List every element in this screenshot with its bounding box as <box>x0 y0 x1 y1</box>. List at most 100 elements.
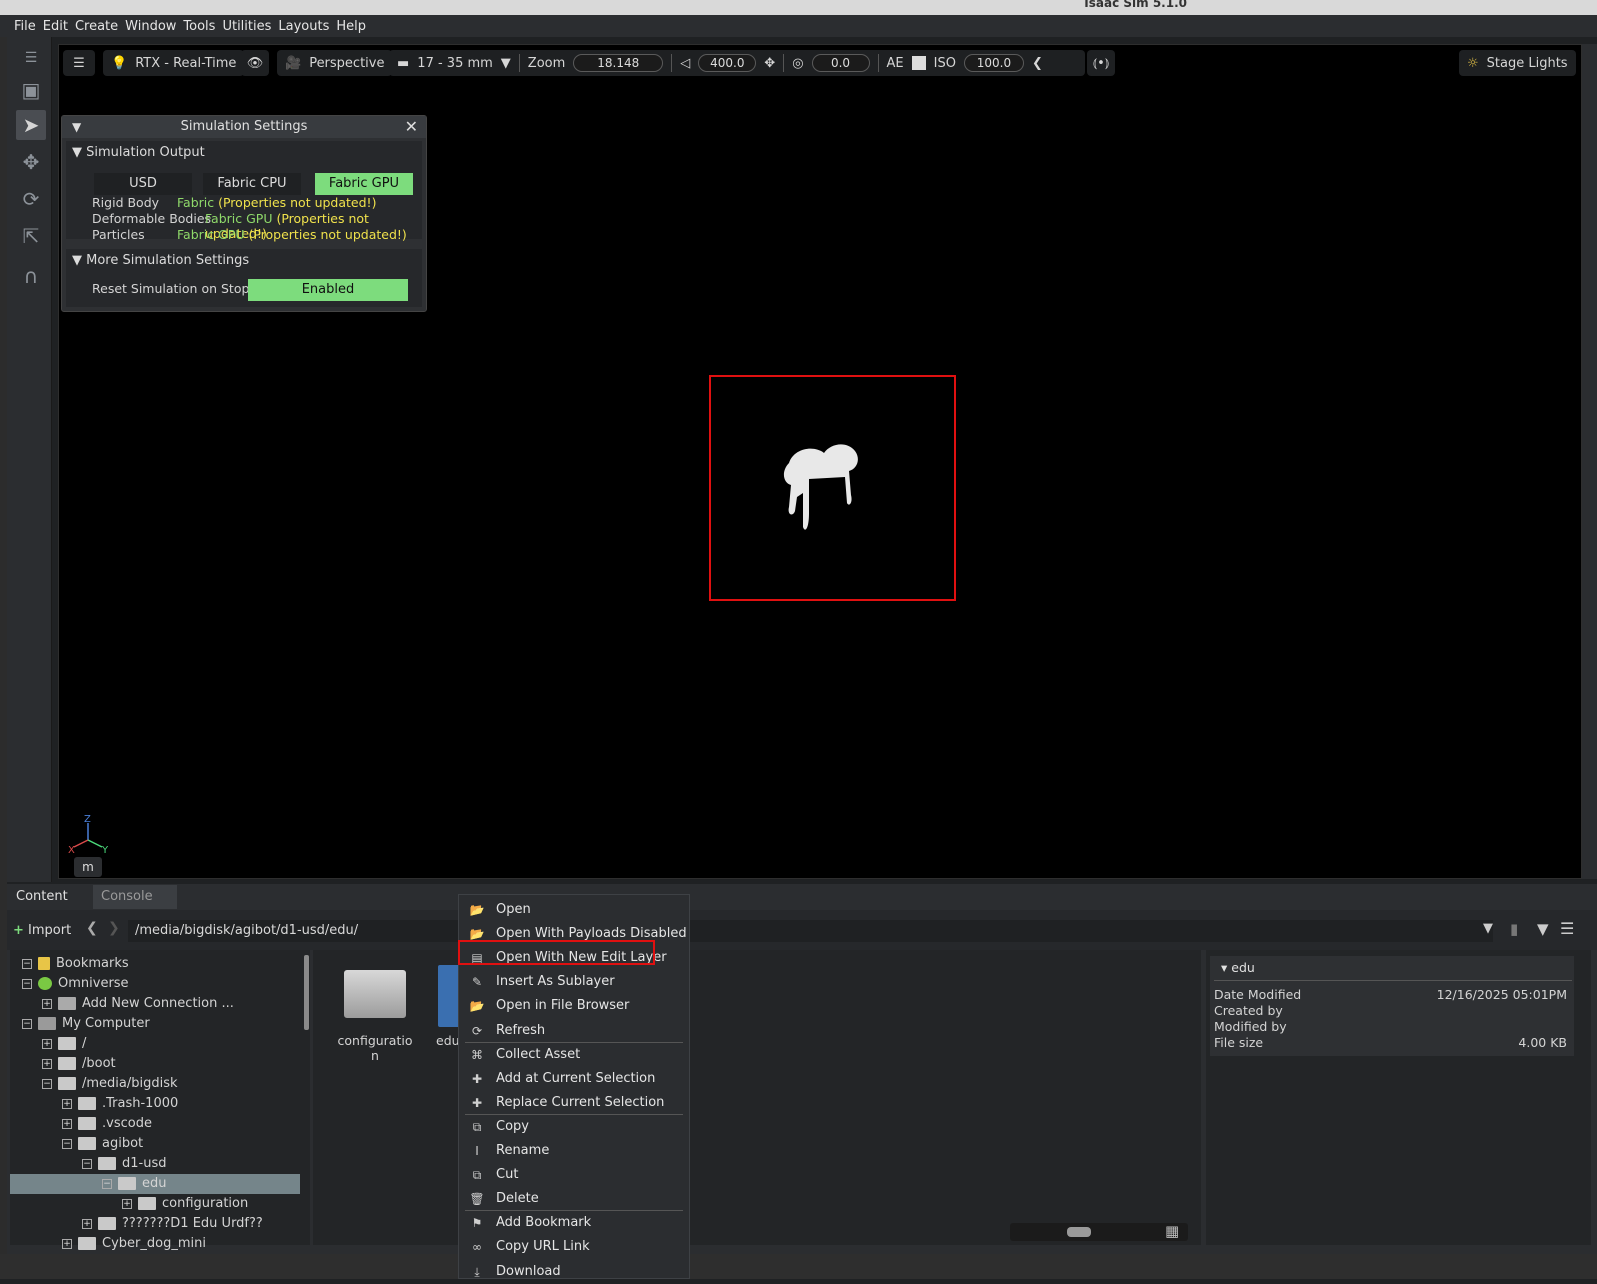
tree-item[interactable]: + Add New Connection ... <box>10 994 300 1014</box>
sim-output-header[interactable]: ▼ Simulation Output <box>72 145 205 160</box>
more-sim-header[interactable]: ▼ More Simulation Settings <box>72 253 249 268</box>
menu-file[interactable]: File <box>14 19 36 34</box>
select-mode-icon[interactable]: ▣ <box>16 75 46 105</box>
expand-toggle-icon[interactable]: − <box>22 958 32 969</box>
menu-item-cut[interactable]: ⧉ Cut <box>459 1163 689 1187</box>
expand-toggle-icon[interactable]: + <box>62 1098 72 1109</box>
path-input[interactable]: /media/bigdisk/agibot/d1-usd/edu/ <box>128 920 1493 942</box>
mode-fabric-gpu-button[interactable]: Fabric GPU <box>315 173 413 195</box>
menu-item-download[interactable]: ⤓ Download <box>459 1260 689 1284</box>
tree-scrollbar[interactable] <box>304 955 309 1030</box>
tree-item[interactable]: − Omniverse <box>10 974 300 994</box>
menu-icon[interactable]: ☰ <box>1560 919 1574 938</box>
menu-layouts[interactable]: Layouts <box>278 19 329 34</box>
aperture-field[interactable]: 0.0 <box>811 54 870 72</box>
menu-utilities[interactable]: Utilities <box>222 19 271 34</box>
tree-item[interactable]: − /media/bigdisk <box>10 1074 300 1094</box>
mode-fabric-cpu-button[interactable]: Fabric CPU <box>203 173 301 195</box>
menu-item-refresh[interactable]: ⟳ Refresh <box>459 1019 689 1043</box>
move-icon[interactable]: ✥ <box>16 147 46 177</box>
expand-toggle-icon[interactable]: + <box>42 1038 52 1049</box>
grid-item-edu[interactable]: edu <box>436 1033 460 1048</box>
expand-toggle-icon[interactable]: + <box>62 1118 72 1129</box>
tree-item[interactable]: − agibot <box>10 1134 300 1154</box>
reset-on-stop-toggle[interactable]: Enabled <box>248 279 408 301</box>
menu-item-add-bookmark[interactable]: ⚑ Add Bookmark <box>459 1211 689 1235</box>
expand-toggle-icon[interactable]: − <box>102 1178 112 1189</box>
bookmark-icon[interactable]: ▮ <box>1510 920 1518 938</box>
menu-help[interactable]: Help <box>336 19 366 34</box>
mode-usd-button[interactable]: USD <box>94 173 192 195</box>
eye-icon[interactable]: 👁 <box>241 50 269 76</box>
collapse-triangle-icon[interactable]: ▼ <box>72 116 81 138</box>
grid-view-icon[interactable]: ▦ <box>1165 1222 1179 1240</box>
menu-item-delete[interactable]: 🗑 Delete <box>459 1187 689 1211</box>
expand-toggle-icon[interactable]: − <box>82 1158 92 1169</box>
menu-item-replace-current-selection[interactable]: ✚ Replace Current Selection <box>459 1091 689 1115</box>
renderer-selector[interactable]: 💡 RTX - Real-Time <box>103 50 245 76</box>
expand-toggle-icon[interactable]: − <box>42 1078 52 1089</box>
settings-sliders-icon[interactable]: ☰ <box>63 50 95 76</box>
select-arrow-icon[interactable]: ➤ <box>16 110 46 140</box>
speed-field[interactable]: 400.0 <box>698 54 757 72</box>
forward-arrow-icon[interactable]: ❯ <box>108 920 120 936</box>
chevron-down-icon[interactable]: ▼ <box>501 56 511 71</box>
details-header[interactable]: ▾ edu <box>1221 960 1255 975</box>
tree-item[interactable]: − Bookmarks <box>10 954 300 974</box>
zoom-field[interactable]: 18.148 <box>573 54 664 72</box>
expand-toggle-icon[interactable]: + <box>122 1198 132 1209</box>
tree-item[interactable]: + configuration <box>10 1194 300 1214</box>
expand-toggle-icon[interactable]: − <box>62 1138 72 1149</box>
tree-item[interactable]: + /boot <box>10 1054 300 1074</box>
menu-edit[interactable]: Edit <box>43 19 68 34</box>
path-dropdown-icon[interactable]: ▼ <box>1483 921 1493 936</box>
unit-label[interactable]: m <box>74 857 102 877</box>
ae-checkbox[interactable] <box>911 56 926 70</box>
scale-icon[interactable]: ⇱ <box>16 221 46 251</box>
expand-toggle-icon[interactable]: + <box>62 1238 72 1249</box>
back-arrow-icon[interactable]: ❮ <box>86 920 98 936</box>
rotate-icon[interactable]: ⟳ <box>16 184 46 214</box>
grid-item-configuration[interactable]: configuratio n <box>330 1033 420 1063</box>
lighting-selector[interactable]: ☼ Stage Lights <box>1459 50 1576 76</box>
tree-item[interactable]: + ???????D1 Edu Urdf?? <box>10 1214 300 1234</box>
close-icon[interactable]: ✕ <box>405 116 418 138</box>
expand-toggle-icon[interactable]: − <box>22 1018 32 1029</box>
tab-content[interactable]: Content <box>8 885 92 909</box>
tree-item[interactable]: + / <box>10 1034 300 1054</box>
menu-create[interactable]: Create <box>75 19 118 34</box>
tree-item[interactable]: + .vscode <box>10 1114 300 1134</box>
slider-handle[interactable] <box>1067 1227 1091 1237</box>
expand-toggle-icon[interactable]: − <box>22 978 32 989</box>
menu-item-insert-as-sublayer[interactable]: ✎ Insert As Sublayer <box>459 970 689 994</box>
expand-toggle-icon[interactable]: + <box>42 1058 52 1069</box>
import-button[interactable]: + Import <box>13 920 73 942</box>
tree-item[interactable]: − My Computer <box>10 1014 300 1034</box>
tree-item[interactable]: + Cyber_dog_mini <box>10 1234 300 1254</box>
menu-item-collect-asset[interactable]: ⌘ Collect Asset <box>459 1043 689 1067</box>
menu-window[interactable]: Window <box>125 19 176 34</box>
tab-console[interactable]: Console <box>93 885 177 909</box>
lens-label[interactable]: 17 - 35 mm <box>417 56 493 71</box>
camera-selector[interactable]: 🎥 Perspective <box>277 50 393 76</box>
navigate-icon[interactable]: ✥ <box>764 56 775 71</box>
broadcast-icon[interactable]: ⦅•⦆ <box>1087 50 1115 76</box>
collapse-icon[interactable]: ❮ <box>1032 56 1043 71</box>
grid-size-slider[interactable] <box>1010 1223 1188 1241</box>
folder-thumbnail-configuration[interactable] <box>344 970 406 1018</box>
tree-item[interactable]: − edu <box>10 1174 300 1194</box>
menu-item-open[interactable]: 📂 Open <box>459 898 689 922</box>
menu-item-copy[interactable]: ⧉ Copy <box>459 1115 689 1139</box>
menu-item-add-at-current-selection[interactable]: ✚ Add at Current Selection <box>459 1067 689 1091</box>
menu-tools[interactable]: Tools <box>183 19 215 34</box>
expand-toggle-icon[interactable]: + <box>82 1218 92 1229</box>
menu-item-rename[interactable]: I Rename <box>459 1139 689 1163</box>
menu-item-copy-url-link[interactable]: ∞ Copy URL Link <box>459 1235 689 1259</box>
snap-magnet-icon[interactable]: ∩ <box>16 261 46 291</box>
menu-item-open-in-file-browser[interactable]: 📂 Open in File Browser <box>459 994 689 1018</box>
tree-item[interactable]: − d1-usd <box>10 1154 300 1174</box>
tree-item[interactable]: + .Trash-1000 <box>10 1094 300 1114</box>
iso-field[interactable]: 100.0 <box>963 54 1024 72</box>
expand-toggle-icon[interactable]: + <box>42 998 52 1009</box>
filter-icon[interactable]: ▼ <box>1537 920 1549 938</box>
